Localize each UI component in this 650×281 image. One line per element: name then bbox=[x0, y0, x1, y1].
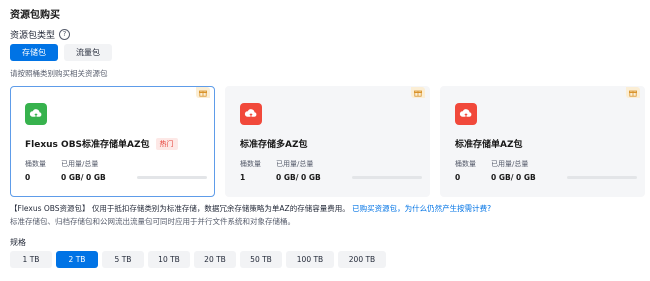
faq-link[interactable]: 已购买资源包，为什么仍然产生按需计费? bbox=[352, 204, 491, 213]
gift-icon bbox=[196, 87, 210, 98]
spec-option-20tb[interactable]: 20 TB bbox=[194, 251, 236, 268]
section-title: 资源包购买 bbox=[10, 10, 60, 21]
spec-option-50tb[interactable]: 50 TB bbox=[240, 251, 282, 268]
usage-value: 0 GB/ 0 GB bbox=[61, 173, 106, 182]
help-icon[interactable]: ? bbox=[59, 29, 71, 40]
spec-option-100tb[interactable]: 100 TB bbox=[286, 251, 334, 268]
card-name: 标准存储多AZ包 bbox=[240, 137, 308, 150]
usage-label: 已用量/总量 bbox=[276, 160, 314, 168]
tab-traffic-package[interactable]: 流量包 bbox=[64, 44, 112, 61]
package-cards: Flexus OBS标准存储单AZ包 热门 桶数量 已用量/总量 0 0 GB/… bbox=[10, 86, 645, 197]
spec-option-2tb[interactable]: 2 TB bbox=[56, 251, 98, 268]
bucket-count-value: 0 bbox=[25, 173, 31, 182]
spec-option-1tb[interactable]: 1 TB bbox=[10, 251, 52, 268]
cloud-upload-icon bbox=[455, 103, 477, 125]
hint-text: 请按照桶类别购买相关资源包 bbox=[10, 69, 108, 78]
description-text: 【Flexus OBS资源包】 仅用于抵扣存储类别为标准存储，数据冗余存储策略为… bbox=[10, 204, 350, 213]
card-flexus-obs[interactable]: Flexus OBS标准存储单AZ包 热门 桶数量 已用量/总量 0 0 GB/… bbox=[10, 86, 215, 197]
usage-value: 0 GB/ 0 GB bbox=[491, 173, 536, 182]
cloud-upload-icon bbox=[25, 103, 47, 125]
tab-storage-package[interactable]: 存储包 bbox=[10, 44, 58, 61]
spec-option-5tb[interactable]: 5 TB bbox=[102, 251, 144, 268]
bucket-count-label: 桶数量 bbox=[240, 160, 261, 168]
package-description: 【Flexus OBS资源包】 仅用于抵扣存储类别为标准存储，数据冗余存储策略为… bbox=[10, 203, 491, 214]
bucket-count-label: 桶数量 bbox=[455, 160, 476, 168]
usage-progress-bar bbox=[137, 176, 207, 179]
package-type-label: 资源包类型 ? bbox=[10, 28, 71, 41]
usage-progress-bar bbox=[567, 176, 637, 179]
usage-progress-bar bbox=[352, 176, 422, 179]
card-standard-single-az[interactable]: 标准存储单AZ包 桶数量 已用量/总量 0 0 GB/ 0 GB bbox=[440, 86, 645, 197]
card-standard-multi-az[interactable]: 标准存储多AZ包 桶数量 已用量/总量 1 0 GB/ 0 GB bbox=[225, 86, 430, 197]
card-title: 标准存储多AZ包 bbox=[240, 140, 308, 150]
package-note: 标准存储包、归档存储包和公网流出流量包可同时应用于并行文件系统和对象存储桶。 bbox=[10, 217, 295, 226]
usage-value: 0 GB/ 0 GB bbox=[276, 173, 321, 182]
cloud-upload-icon bbox=[240, 103, 262, 125]
gift-icon bbox=[411, 87, 425, 98]
spec-options: 1 TB 2 TB 5 TB 10 TB 20 TB 50 TB 100 TB … bbox=[10, 251, 386, 268]
card-name: 标准存储单AZ包 bbox=[455, 137, 523, 150]
spec-option-200tb[interactable]: 200 TB bbox=[338, 251, 386, 268]
card-title: Flexus OBS标准存储单AZ包 bbox=[25, 140, 150, 150]
gift-icon bbox=[626, 87, 640, 98]
package-type-text: 资源包类型 bbox=[10, 31, 56, 41]
usage-label: 已用量/总量 bbox=[61, 160, 99, 168]
card-title: 标准存储单AZ包 bbox=[455, 140, 523, 150]
hot-badge: 热门 bbox=[155, 137, 178, 150]
package-type-tabs: 存储包 流量包 bbox=[10, 44, 112, 61]
spec-option-10tb[interactable]: 10 TB bbox=[148, 251, 190, 268]
bucket-count-label: 桶数量 bbox=[25, 160, 46, 168]
bucket-count-value: 1 bbox=[240, 173, 246, 182]
spec-title: 规格 bbox=[10, 238, 26, 247]
usage-label: 已用量/总量 bbox=[491, 160, 529, 168]
bucket-count-value: 0 bbox=[455, 173, 461, 182]
card-name: Flexus OBS标准存储单AZ包 热门 bbox=[25, 137, 178, 150]
